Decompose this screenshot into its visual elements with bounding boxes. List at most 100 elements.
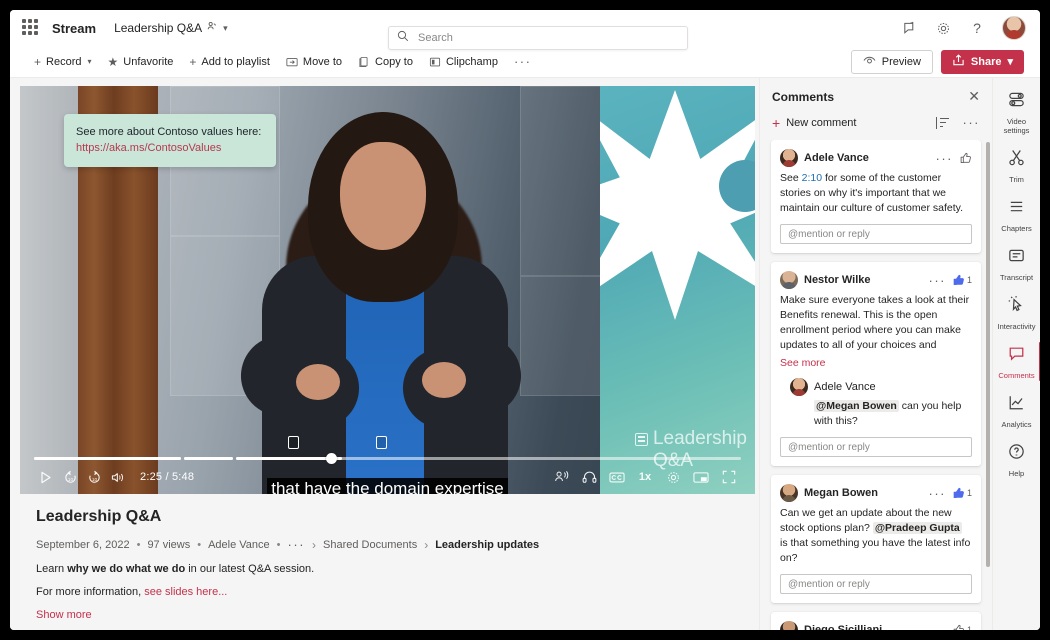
interactivity-cursor-icon xyxy=(1007,295,1026,319)
share-label: Share xyxy=(971,56,1002,68)
video-settings-gear-icon[interactable] xyxy=(661,466,685,488)
like-icon[interactable]: 1 xyxy=(953,487,972,499)
fullscreen-icon[interactable] xyxy=(717,466,741,488)
add-to-playlist-button[interactable]: + Add to playlist xyxy=(181,51,278,73)
reply-input[interactable]: @mention or reply xyxy=(780,224,972,244)
chevron-down-icon: ▾ xyxy=(1007,55,1013,68)
rail-item-analytics[interactable]: Analytics xyxy=(994,387,1040,434)
record-button[interactable]: + Record ▾ xyxy=(26,51,100,73)
close-icon[interactable]: ✕ xyxy=(968,88,980,105)
player-controls: 10 10 2:25 / 5:48 xyxy=(34,466,741,488)
app-launcher-icon[interactable] xyxy=(22,19,40,37)
comment-item[interactable]: Nestor Wilke ··· 1 Make sure everyone ta… xyxy=(771,262,981,466)
progress-bar[interactable] xyxy=(34,456,741,460)
reply-placeholder: @mention or reply xyxy=(788,229,870,240)
share-button[interactable]: Share ▾ xyxy=(941,50,1024,74)
video-settings-icon xyxy=(1007,90,1026,114)
rail-label: Chapters xyxy=(1001,224,1031,233)
breadcrumb-shared-documents[interactable]: Shared Documents xyxy=(323,539,417,551)
preview-button[interactable]: Preview xyxy=(851,50,933,74)
search-box[interactable] xyxy=(388,26,688,50)
command-bar-right: Preview Share ▾ xyxy=(851,50,1024,74)
reply-input[interactable]: @mention or reply xyxy=(780,437,972,457)
audio-headphones-icon[interactable] xyxy=(577,466,601,488)
noise-suppression-icon[interactable] xyxy=(549,466,573,488)
mention-chip[interactable]: @Pradeep Gupta xyxy=(873,522,962,534)
comment-marker[interactable] xyxy=(376,436,387,449)
breadcrumb-overflow[interactable]: ··· xyxy=(288,537,306,552)
chapters-icon xyxy=(1007,197,1026,221)
brand-title[interactable]: Stream xyxy=(52,21,96,36)
user-avatar[interactable] xyxy=(1002,16,1026,40)
copy-to-button[interactable]: Copy to xyxy=(350,52,421,72)
rewind-10-icon[interactable]: 10 xyxy=(58,466,82,488)
picture-in-picture-icon[interactable] xyxy=(689,466,713,488)
reply-author: Adele Vance xyxy=(814,381,876,393)
sort-icon[interactable] xyxy=(936,117,949,129)
comment-more-icon[interactable]: ··· xyxy=(928,273,946,288)
comments-scrollbar[interactable] xyxy=(986,142,990,567)
comment-more-icon[interactable]: ··· xyxy=(928,486,946,501)
rail-item-interactivity[interactable]: Interactivity xyxy=(994,289,1040,336)
comments-list[interactable]: Adele Vance ··· See 2:10 for some of the… xyxy=(760,140,992,630)
reply-input[interactable]: @mention or reply xyxy=(780,574,972,594)
chapter-segment-1[interactable] xyxy=(34,457,181,460)
comment-reply: Adele Vance @Megan Bowen can you help wi… xyxy=(790,378,972,429)
move-to-icon xyxy=(286,56,298,68)
rail-item-help[interactable]: Help xyxy=(994,436,1040,483)
rail-item-transcript[interactable]: Transcript xyxy=(994,240,1040,287)
comment-item[interactable]: Megan Bowen ··· 1 Can we get an update a… xyxy=(771,475,981,603)
video-player[interactable]: See more about Contoso values here: http… xyxy=(20,86,755,494)
comments-title: Comments xyxy=(772,90,834,104)
see-more-link[interactable]: See more xyxy=(780,357,826,369)
feedback-icon[interactable] xyxy=(900,19,918,37)
move-to-button[interactable]: Move to xyxy=(278,52,350,72)
comment-more-icon[interactable]: ··· xyxy=(928,623,946,631)
rail-label: Help xyxy=(1009,469,1024,478)
forward-10-icon[interactable]: 10 xyxy=(82,466,106,488)
chapter-segment-3[interactable] xyxy=(236,457,741,460)
like-icon[interactable] xyxy=(960,152,972,164)
description-suffix: in our latest Q&A session. xyxy=(185,563,314,575)
breadcrumb-leadership-updates[interactable]: Leadership updates xyxy=(435,539,539,551)
settings-gear-icon[interactable] xyxy=(934,19,952,37)
closed-captions-icon[interactable] xyxy=(605,466,629,488)
like-count: 1 xyxy=(967,488,972,498)
clipchamp-button[interactable]: Clipchamp xyxy=(421,52,506,72)
comment-item[interactable]: Diego Sicilliani ··· 1 @Adele Vance do y… xyxy=(771,612,981,630)
comment-more-icon[interactable]: ··· xyxy=(936,151,954,166)
rail-item-video-settings[interactable]: Video settings xyxy=(994,84,1040,140)
progress-playhead[interactable] xyxy=(326,453,337,464)
like-icon[interactable]: 1 xyxy=(953,274,972,286)
new-comment-button[interactable]: + New comment xyxy=(772,116,856,130)
search-input[interactable] xyxy=(416,31,679,45)
document-title[interactable]: Leadership Q&A ▾ xyxy=(114,21,228,35)
video-more-info: For more information, see slides here... xyxy=(36,586,749,598)
video-info-card[interactable]: See more about Contoso values here: http… xyxy=(64,114,276,167)
show-more-button[interactable]: Show more xyxy=(36,609,749,621)
time-display: 2:25 / 5:48 xyxy=(140,471,194,483)
see-slides-link[interactable]: see slides here... xyxy=(144,586,227,598)
unfavorite-button[interactable]: ★ Unfavorite xyxy=(100,51,182,73)
playback-speed-icon[interactable]: 1x xyxy=(633,466,657,488)
comment-item[interactable]: Adele Vance ··· See 2:10 for some of the… xyxy=(771,140,981,253)
info-card-link[interactable]: https://aka.ms/ContosoValues xyxy=(76,140,264,156)
like-icon[interactable]: 1 xyxy=(953,624,972,630)
chevron-down-icon[interactable]: ▾ xyxy=(223,23,228,34)
rail-item-chapters[interactable]: Chapters xyxy=(994,191,1040,238)
comment-marker[interactable] xyxy=(288,436,299,449)
play-icon[interactable] xyxy=(34,466,58,488)
help-icon[interactable]: ? xyxy=(968,19,986,37)
mention-chip[interactable]: @Megan Bowen xyxy=(814,400,899,412)
transcript-icon xyxy=(1007,246,1026,270)
comment-timestamp-link[interactable]: 2:10 xyxy=(802,172,822,184)
reply-placeholder: @mention or reply xyxy=(788,579,870,590)
volume-icon[interactable] xyxy=(106,466,130,488)
command-overflow-button[interactable]: ··· xyxy=(506,50,540,73)
rail-item-comments[interactable]: Comments xyxy=(994,338,1040,385)
more-options-icon[interactable]: ··· xyxy=(963,115,981,130)
rail-item-trim[interactable]: Trim xyxy=(994,142,1040,189)
chapter-segment-2[interactable] xyxy=(184,457,233,460)
comment-text: Make sure everyone takes a look at their… xyxy=(780,293,972,353)
comments-actions: + New comment ··· xyxy=(760,111,992,140)
